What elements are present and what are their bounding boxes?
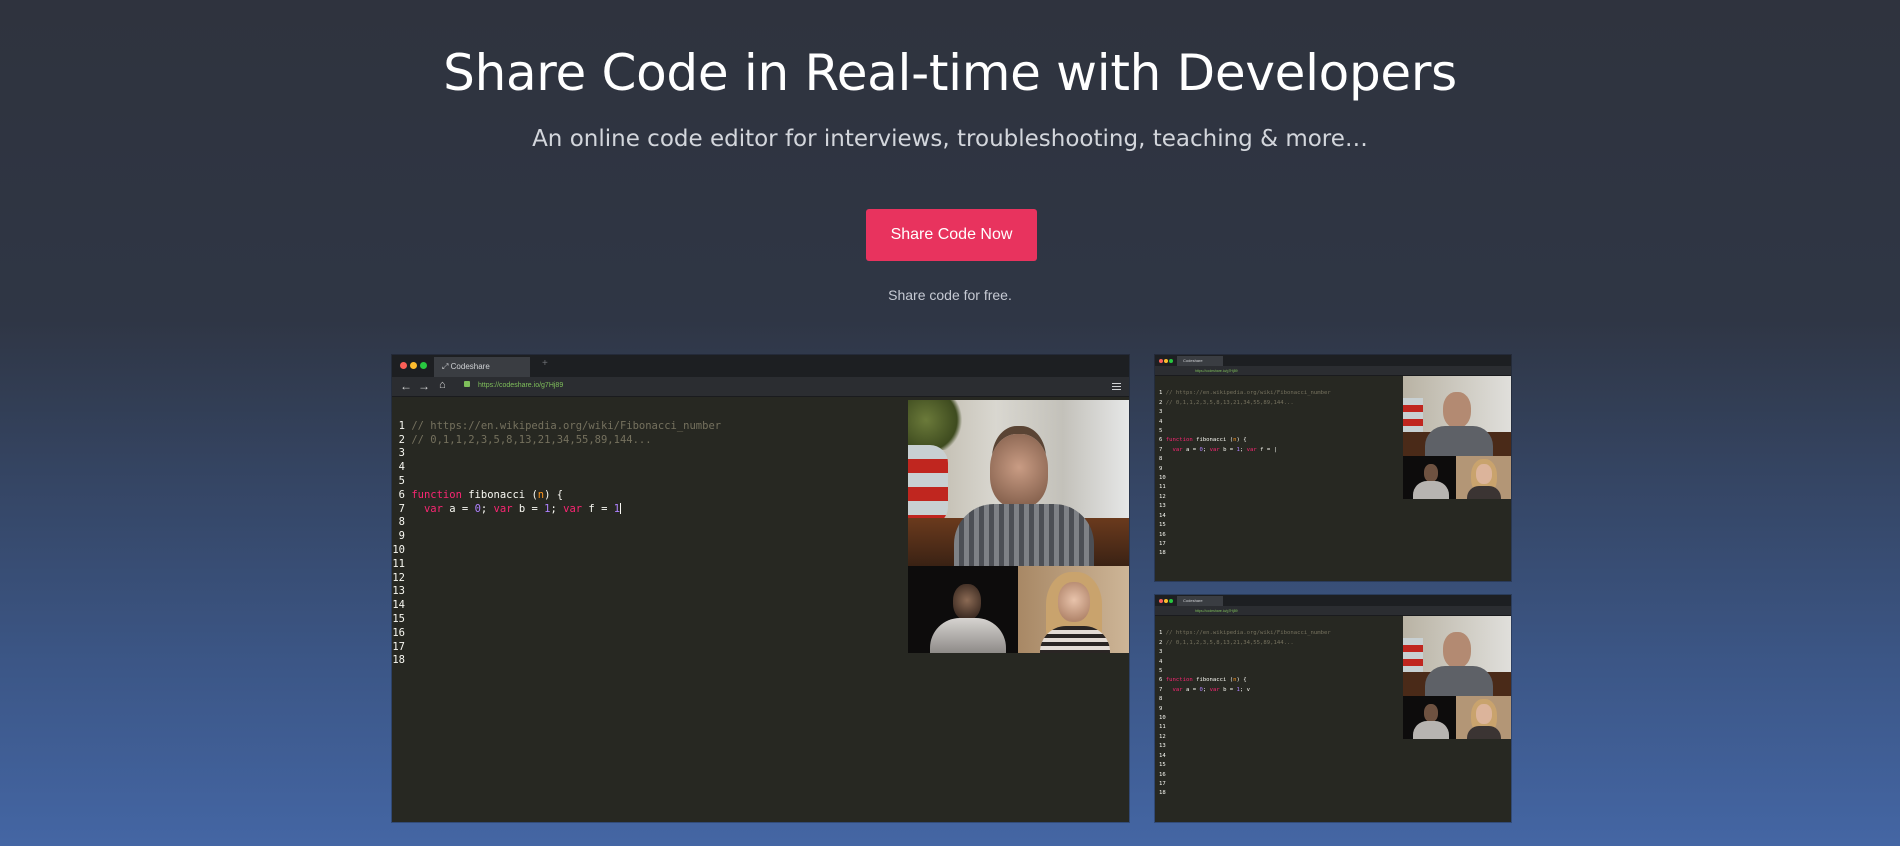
expand-icon: ⤢ [442,362,449,371]
arrow-left-icon: ← [400,379,412,393]
browser-toolbar: https://codeshare.io/g7Hj89 [1155,606,1511,616]
address-bar-url: https://codeshare.io/g7Hj89 [1195,369,1238,373]
browser-toolbar: https://codeshare.io/g7Hj89 [1155,366,1511,376]
browser-tab-bar: Codeshare [1155,355,1511,366]
red-white-vase [908,445,948,525]
secondary-editor-screenshot-bottom: Codeshare https://codeshare.io/g7Hj89 1 … [1155,595,1511,822]
arrow-right-icon: → [418,379,430,393]
person-head [953,584,981,620]
code-line: 14 [392,599,405,612]
minimize-dot-icon [410,362,417,369]
code-line: 13 [392,585,405,598]
close-dot-icon [1159,599,1163,603]
video-tile-right [1018,566,1129,653]
text-cursor [620,503,622,515]
page-title: Share Code in Real-time with Developers [443,44,1457,102]
code-editor: 1 // https://en.wikipedia.org/wiki/Fibon… [1159,630,1331,797]
maximize-dot-icon [1169,359,1173,363]
code-line: 6 function fibonacci (n) { [398,488,564,501]
free-note: Share code for free. [888,287,1012,303]
new-tab-icon: + [542,358,548,369]
line-number: 1 [398,419,405,432]
code-line: 15 [392,612,405,625]
hamburger-icon [1112,383,1121,390]
code-line: 4 [398,461,405,474]
code-line: 2 // 0,1,1,2,3,5,8,13,21,34,55,89,144... [398,433,652,446]
close-dot-icon [400,362,407,369]
browser-tab: Codeshare [1177,356,1223,366]
share-code-now-button[interactable]: Share Code Now [866,209,1037,261]
browser-toolbar: ← → ⌂ https://codeshare.io/g7Hj89 [392,377,1129,397]
code-line: 8 [398,516,405,529]
secondary-editor-screenshot-top: Codeshare https://codeshare.io/g7Hj89 1 … [1155,355,1511,581]
code-line: 17 [392,640,405,653]
minimize-dot-icon [1164,359,1168,363]
page-subtitle: An online code editor for interviews, tr… [532,126,1368,152]
address-bar-url: https://codeshare.io/g7Hj89 [1195,609,1238,613]
code-line: 5 [398,474,405,487]
video-tile-right [1456,456,1511,499]
code-editor: 1 // https://en.wikipedia.org/wiki/Fibon… [392,406,722,696]
code-line: 3 [398,447,405,460]
browser-tab-title: Codeshare [450,362,490,371]
browser-tab: Codeshare [1177,596,1223,606]
video-tile-left [908,566,1018,653]
video-tile-left [1403,456,1456,499]
person-shirt [930,618,1006,653]
code-editor: 1 // https://en.wikipedia.org/wiki/Fibon… [1159,390,1331,557]
minimize-dot-icon [1164,599,1168,603]
code-line: 1 // https://en.wikipedia.org/wiki/Fibon… [398,419,722,432]
address-bar-url: https://codeshare.io/g7Hj89 [478,382,564,389]
person-shirt [954,504,1094,566]
browser-tab-bar: ⤢ Codeshare + [392,355,1129,377]
code-line: 18 [392,654,405,667]
plant-leaves [908,400,968,450]
video-tile-right [1456,696,1511,739]
close-dot-icon [1159,359,1163,363]
code-line: 11 [392,557,405,570]
home-icon: ⌂ [439,379,446,391]
video-tile-main [908,400,1129,566]
video-tile-left [1403,696,1456,739]
person-head [1058,582,1090,622]
browser-tab: ⤢ Codeshare [434,357,530,377]
maximize-dot-icon [1169,599,1173,603]
code-line: 10 [392,543,405,556]
video-tile-main [1403,616,1511,696]
code-line: 16 [392,626,405,639]
code-line: 12 [392,571,405,584]
video-tile-main [1403,376,1511,456]
person-head [990,434,1048,508]
code-line: 7 var a = 0; var b = 1; var f = 1 [398,502,622,515]
lock-icon [464,381,470,387]
maximize-dot-icon [420,362,427,369]
code-line: 9 [398,530,405,543]
browser-tab-bar: Codeshare [1155,595,1511,606]
main-editor-screenshot: ⤢ Codeshare + ← → ⌂ https://codeshare.io… [392,355,1129,822]
